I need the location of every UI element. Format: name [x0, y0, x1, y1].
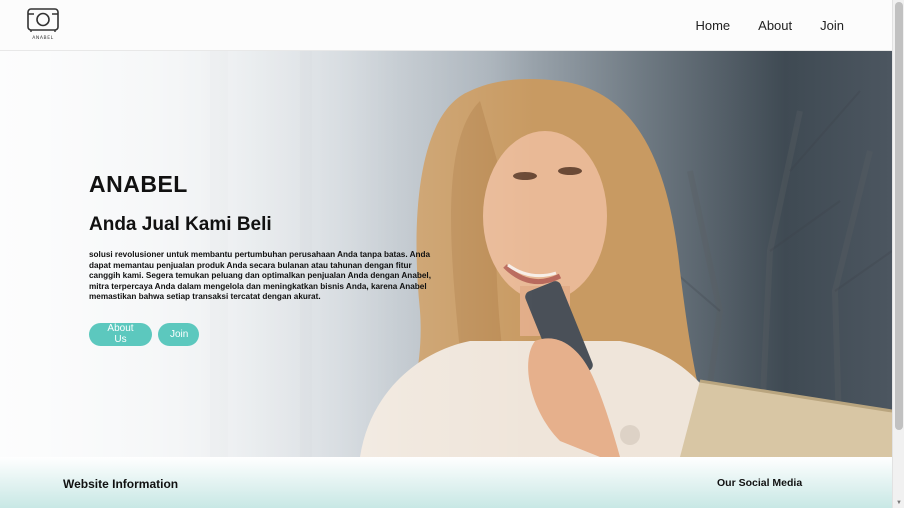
website-information-heading: Website Information [63, 477, 179, 491]
social-media-heading: Our Social Media [717, 477, 803, 489]
camera-logo-icon [27, 8, 59, 32]
logo[interactable]: ANABEL [25, 6, 61, 44]
about-us-button[interactable]: About Us [89, 322, 152, 346]
scrollbar[interactable]: ▼ [892, 0, 904, 508]
nav-about[interactable]: About [758, 18, 792, 33]
navbar: ANABEL Home About Join [0, 0, 892, 51]
logo-text: ANABEL [32, 36, 54, 41]
nav-home[interactable]: Home [695, 18, 730, 33]
hero-brand: ANABEL [89, 171, 188, 197]
hero-title: Anda Jual Kami Beli [89, 214, 272, 235]
hero-section: ANABEL Anda Jual Kami Beli solusi revolu… [0, 51, 892, 457]
nav-links: Home About Join [695, 0, 844, 51]
footer: Website Information Our Social Media [0, 457, 892, 508]
hero-buttons: About Us Join [89, 322, 449, 346]
scroll-down-arrow-icon[interactable]: ▼ [895, 499, 903, 507]
join-button[interactable]: Join [158, 322, 199, 346]
hero-content: ANABEL Anda Jual Kami Beli solusi revolu… [89, 171, 449, 346]
scrollbar-thumb[interactable] [895, 2, 903, 430]
hero-description: solusi revolusioner untuk membantu pertu… [89, 250, 431, 302]
nav-join[interactable]: Join [820, 18, 844, 33]
